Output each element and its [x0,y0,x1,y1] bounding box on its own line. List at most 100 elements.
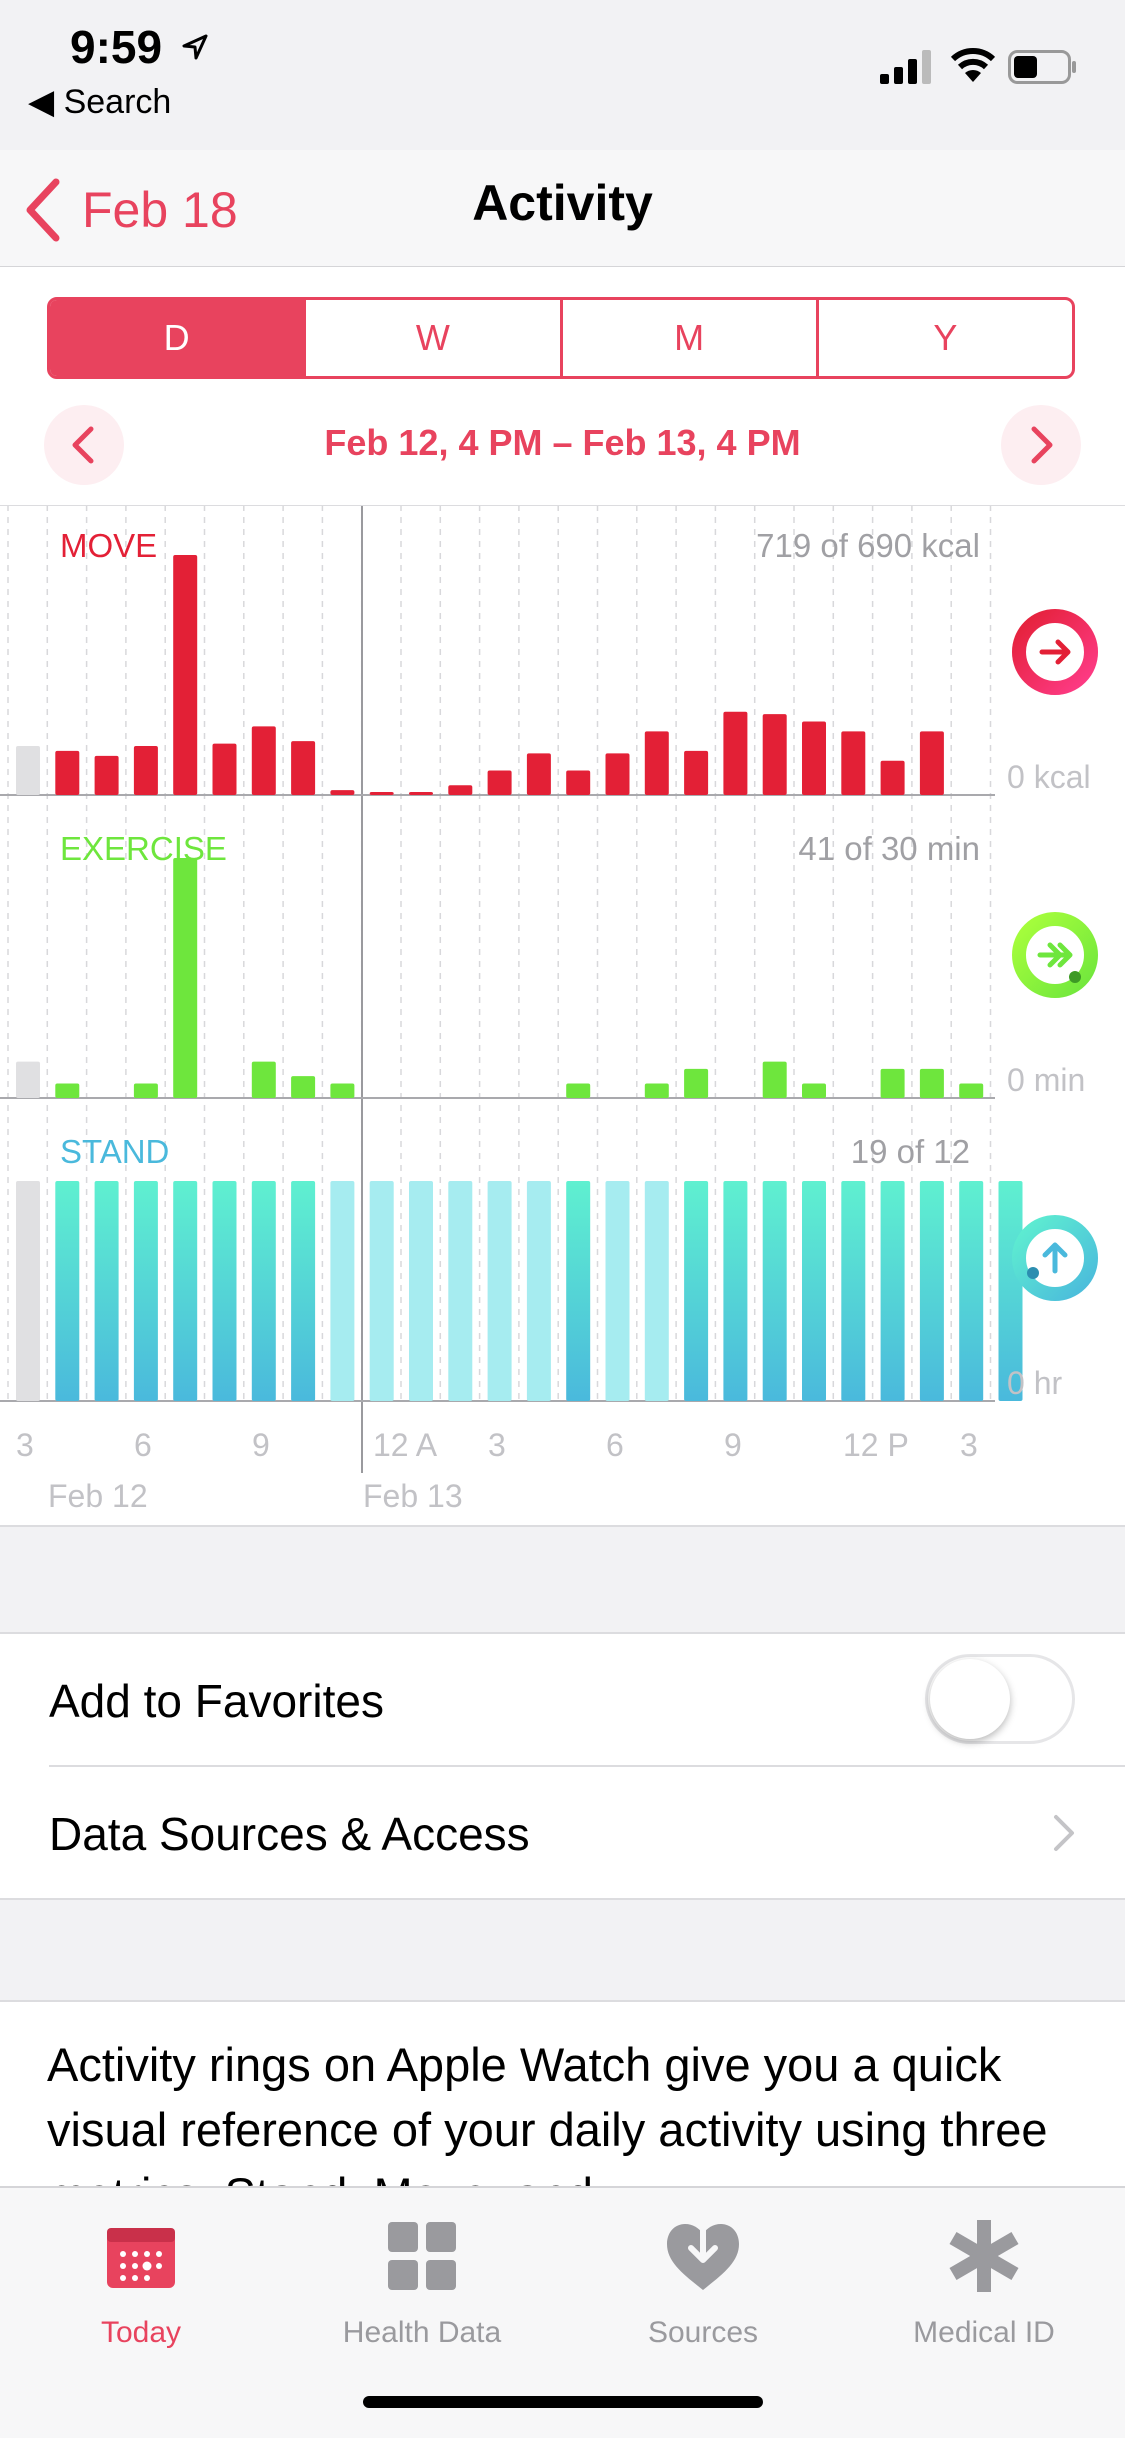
chevron-right-icon [1031,426,1053,464]
move-bar [526,753,551,795]
stand-bar [16,1181,40,1401]
exercise-summary: 41 of 30 min [798,830,980,867]
exercise-bar [644,1083,669,1098]
navigation-bar: Feb 18 Activity [0,150,1125,268]
status-bar: 9:59 ◀ Search [0,0,1125,150]
exercise-bar [55,1083,80,1098]
home-indicator [363,2396,763,2408]
move-bar [251,726,276,795]
stand-bar [487,1181,512,1401]
toggle-knob [930,1659,1010,1739]
stand-bar [723,1181,748,1401]
exercise-bar [880,1068,905,1098]
stand-summary: 19 of 12 [851,1133,970,1170]
stand-bar [841,1181,866,1401]
stand-zero-label: 0 hr [1007,1365,1062,1401]
exercise-bar [919,1068,944,1098]
move-bar [369,792,394,795]
move-bar [173,555,198,795]
move-bar [487,770,512,795]
exercise-bar [762,1061,787,1098]
stand-bar [133,1181,158,1401]
stand-bar [880,1181,905,1401]
status-time: 9:59 [70,21,163,73]
stand-bar [919,1181,944,1401]
data-sources-label: Data Sources & Access [49,1808,530,1860]
move-bar [330,790,355,795]
calendar-icon [107,2228,175,2288]
move-bar [802,721,826,795]
move-bar [16,746,40,795]
segment-month[interactable]: M [559,300,816,376]
move-bar [409,792,433,795]
stand-bar [566,1181,591,1401]
exercise-zero-label: 0 min [1007,1062,1085,1098]
stand-title: STAND [60,1133,169,1170]
exercise-bar [802,1083,826,1098]
x-tick-label: 6 [606,1427,624,1463]
stand-bar [802,1181,826,1401]
move-bar [94,755,119,795]
x-tick-label: 9 [724,1427,742,1463]
stand-ring-arrow-icon [1012,1215,1098,1301]
x-tick-label: 12 P [843,1427,909,1463]
move-bar [448,785,473,795]
move-zero-label: 0 kcal [1007,759,1091,795]
segment-year[interactable]: Y [815,300,1072,376]
previous-period-button[interactable] [44,405,124,485]
move-bar [605,753,630,795]
stand-bar [605,1181,630,1401]
move-bar [644,731,669,795]
exercise-bar [291,1076,316,1098]
move-bar [919,731,944,795]
tab-sources[interactable]: Sources [562,2208,844,2358]
segment-day[interactable]: D [50,300,304,376]
stand-bar [291,1181,316,1401]
add-to-favorites-row: Add to Favorites [0,1634,1125,1765]
x-tick-label: 3 [488,1427,506,1463]
tab-today[interactable]: Today [0,2208,282,2358]
stand-bar [644,1181,669,1401]
tab-today-label: Today [100,2316,182,2349]
date-label-feb12: Feb 12 [48,1478,148,1514]
exercise-bar [251,1061,276,1098]
stand-bar [251,1181,276,1401]
asterisk-icon [949,2220,1019,2292]
add-to-favorites-label: Add to Favorites [49,1675,384,1727]
x-tick-label: 12 A [373,1427,438,1463]
stand-bar [684,1181,709,1401]
stand-bar [369,1181,394,1401]
favorites-toggle[interactable] [925,1654,1075,1744]
back-to-app-link[interactable]: ◀ Search [28,82,171,122]
wifi-icon [950,48,996,82]
tab-medical-id[interactable]: Medical ID [843,2208,1125,2358]
grid-icon [388,2222,456,2290]
move-bar [133,746,158,795]
data-sources-row[interactable]: Data Sources & Access [0,1767,1125,1898]
back-app-label: Search [63,83,172,121]
location-arrow-icon [182,34,208,60]
tab-health-data[interactable]: Health Data [281,2208,563,2358]
heart-download-icon [667,2216,739,2290]
move-bar [762,714,787,795]
segment-week[interactable]: W [303,300,559,376]
period-segmented-control: D W M Y [47,297,1075,379]
exercise-bar [959,1083,984,1098]
activity-chart: MOVE 719 of 690 kcal 0 kcal EXERCISE 41 … [0,505,1125,1514]
page-title: Activity [472,175,653,231]
exercise-bar [133,1083,158,1098]
battery-icon [1008,50,1078,84]
stand-bar [526,1181,551,1401]
next-period-button[interactable] [1001,405,1081,485]
tab-health-data-label: Health Data [342,2316,502,2349]
exercise-ring-arrow-icon [1012,912,1098,998]
move-bar [684,750,709,795]
move-summary: 719 of 690 kcal [756,527,980,564]
activity-card: D W M Y Feb 12, 4 PM – Feb 13, 4 PM MOVE… [0,267,1125,1527]
move-bar [291,741,316,795]
move-bar [212,743,237,795]
stand-bar [212,1181,237,1401]
chevron-left-icon [72,426,94,464]
move-bar [55,750,80,795]
stand-bar [55,1181,80,1401]
